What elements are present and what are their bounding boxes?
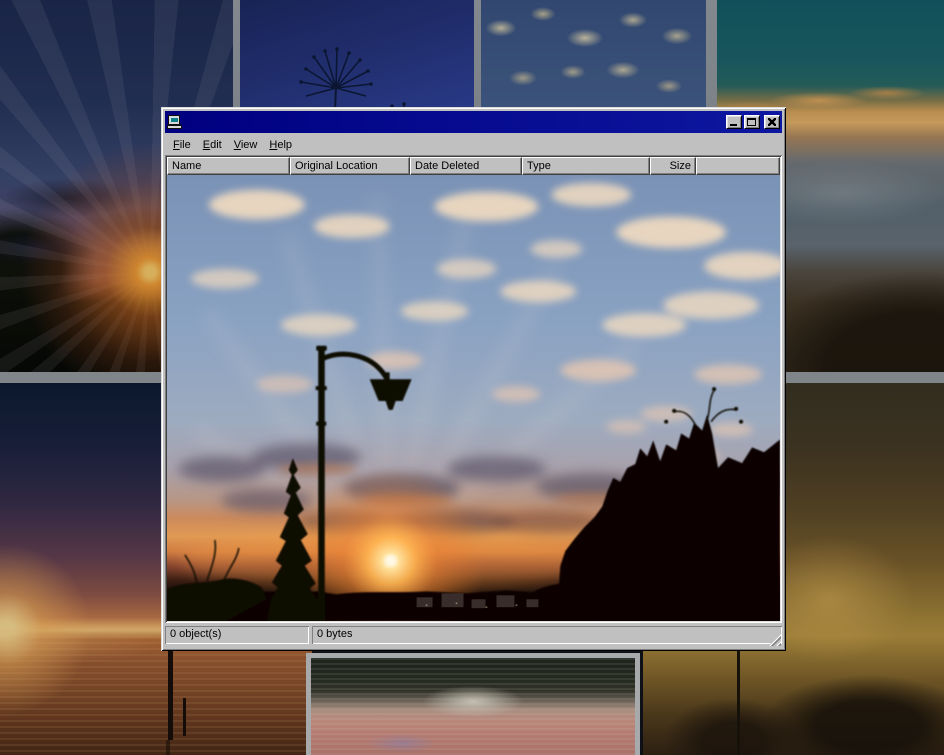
desktop: File Edit View Help Name Original Locati…: [0, 0, 944, 755]
column-header-name[interactable]: Name: [167, 157, 290, 175]
close-button[interactable]: [764, 115, 780, 129]
column-header-type[interactable]: Type: [522, 157, 650, 175]
minimize-button[interactable]: [726, 115, 742, 129]
window-controls: [726, 115, 780, 129]
minimize-icon: [730, 124, 737, 126]
computer-icon: [167, 115, 183, 130]
column-headers: Name Original Location Date Deleted Type…: [167, 157, 780, 175]
sunset-lamppost-photo: [167, 175, 780, 621]
column-header-date-deleted[interactable]: Date Deleted: [410, 157, 522, 175]
recycle-bin-window: File Edit View Help Name Original Locati…: [161, 107, 786, 651]
menu-bar: File Edit View Help: [165, 133, 782, 155]
menu-help[interactable]: Help: [263, 138, 298, 152]
column-header-original-location[interactable]: Original Location: [290, 157, 410, 175]
titlebar[interactable]: [165, 111, 782, 133]
menu-file[interactable]: File: [167, 138, 197, 152]
maximize-button[interactable]: [744, 115, 760, 129]
column-header-size[interactable]: Size: [650, 157, 696, 175]
file-list-area[interactable]: [167, 175, 780, 621]
status-byte-count: 0 bytes: [312, 626, 782, 644]
column-header-filler[interactable]: [696, 157, 780, 175]
menu-edit[interactable]: Edit: [197, 138, 228, 152]
base-shape: [167, 125, 182, 129]
status-bar: 0 object(s) 0 bytes: [165, 623, 782, 647]
close-icon: [768, 118, 776, 126]
status-object-count: 0 object(s): [165, 626, 309, 644]
maximize-icon: [747, 118, 756, 126]
screen-shape: [170, 117, 178, 122]
file-list-view: Name Original Location Date Deleted Type…: [165, 155, 782, 623]
menu-view[interactable]: View: [228, 138, 264, 152]
